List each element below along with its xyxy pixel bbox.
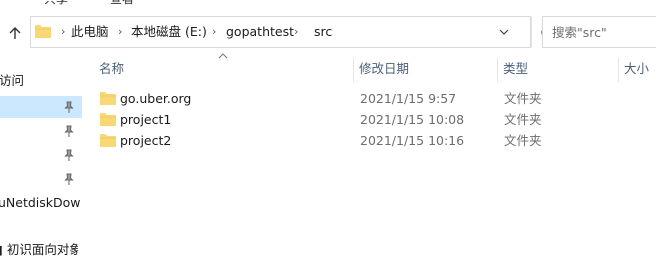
column-header-size[interactable]: 大小 xyxy=(624,60,649,82)
file-type: 文件夹 xyxy=(504,133,542,148)
nav-item-pinned-2[interactable] xyxy=(0,120,82,142)
address-history-dropdown[interactable] xyxy=(494,17,514,47)
file-type: 文件夹 xyxy=(504,91,542,106)
nav-item-pinned-3[interactable] xyxy=(0,144,82,166)
address-row: › 此电脑 › 本地磁盘 (E:) › gopathtest › src xyxy=(0,12,656,52)
search-input[interactable] xyxy=(543,17,656,47)
pin-icon[interactable] xyxy=(62,172,76,186)
pin-icon[interactable] xyxy=(62,100,76,114)
chevron-right-icon[interactable]: › xyxy=(294,17,298,47)
chevron-right-icon[interactable]: › xyxy=(61,17,65,47)
folder-icon xyxy=(100,92,116,105)
chevron-down-icon xyxy=(499,29,509,35)
ribbon-tab-share[interactable]: 共享 xyxy=(44,0,68,5)
pin-icon[interactable] xyxy=(62,124,76,138)
file-row[interactable]: project2 2021/1/15 10:16 文件夹 xyxy=(90,130,656,151)
chevron-right-icon[interactable]: › xyxy=(212,17,216,47)
search-box[interactable] xyxy=(542,16,656,48)
nav-item-label: uNetdiskDow xyxy=(0,195,80,210)
breadcrumb-src[interactable]: src xyxy=(314,17,332,47)
breadcrumb-gopathtest[interactable]: gopathtest xyxy=(226,17,294,47)
file-date: 2021/1/15 10:16 xyxy=(360,133,465,148)
column-divider[interactable] xyxy=(497,58,498,82)
folder-icon xyxy=(100,113,116,126)
folder-icon xyxy=(35,25,51,38)
breadcrumb-this-pc[interactable]: 此电脑 xyxy=(71,17,109,47)
file-name: project1 xyxy=(120,112,172,127)
nav-item-pinned-4[interactable] xyxy=(0,168,82,190)
address-bar[interactable]: › 此电脑 › 本地磁盘 (E:) › gopathtest › src xyxy=(30,16,552,48)
column-divider[interactable] xyxy=(618,58,619,82)
navigation-pane: 访问 uNetdiskDow ▮ 初识面向对象 xyxy=(0,56,82,265)
file-type: 文件夹 xyxy=(504,112,542,127)
file-row[interactable]: go.uber.org 2021/1/15 9:57 文件夹 xyxy=(90,88,656,109)
column-header-name[interactable]: 名称 xyxy=(99,60,124,82)
chevron-right-icon[interactable]: › xyxy=(118,17,122,47)
file-name: project2 xyxy=(120,133,172,148)
file-name: go.uber.org xyxy=(120,91,192,106)
nav-item-quick-access[interactable]: 访问 xyxy=(0,70,81,92)
column-header-date[interactable]: 修改日期 xyxy=(359,60,409,82)
arrow-up-icon xyxy=(9,27,21,39)
sort-ascending-icon xyxy=(218,53,228,59)
up-button[interactable] xyxy=(4,22,26,44)
column-header-type[interactable]: 类型 xyxy=(503,60,528,82)
nav-item-netdisk[interactable]: uNetdiskDow xyxy=(0,192,80,214)
column-divider[interactable] xyxy=(353,58,354,82)
file-row[interactable]: project1 2021/1/15 10:08 文件夹 xyxy=(90,109,656,130)
pin-icon[interactable] xyxy=(62,148,76,162)
folder-icon xyxy=(100,134,116,147)
file-date: 2021/1/15 9:57 xyxy=(360,91,457,106)
nav-item-label: ▮ 初识面向对象 xyxy=(0,242,78,257)
file-date: 2021/1/15 10:08 xyxy=(360,112,465,127)
breadcrumb-local-disk[interactable]: 本地磁盘 (E:) xyxy=(131,17,207,47)
ribbon-tab-view[interactable]: 查看 xyxy=(110,0,134,5)
nav-item-label: 访问 xyxy=(0,73,25,88)
ribbon-tabs: 共享 查看 xyxy=(0,0,656,5)
nav-item-oop[interactable]: ▮ 初识面向对象 xyxy=(0,239,78,261)
nav-item-pinned-1[interactable] xyxy=(0,96,82,118)
